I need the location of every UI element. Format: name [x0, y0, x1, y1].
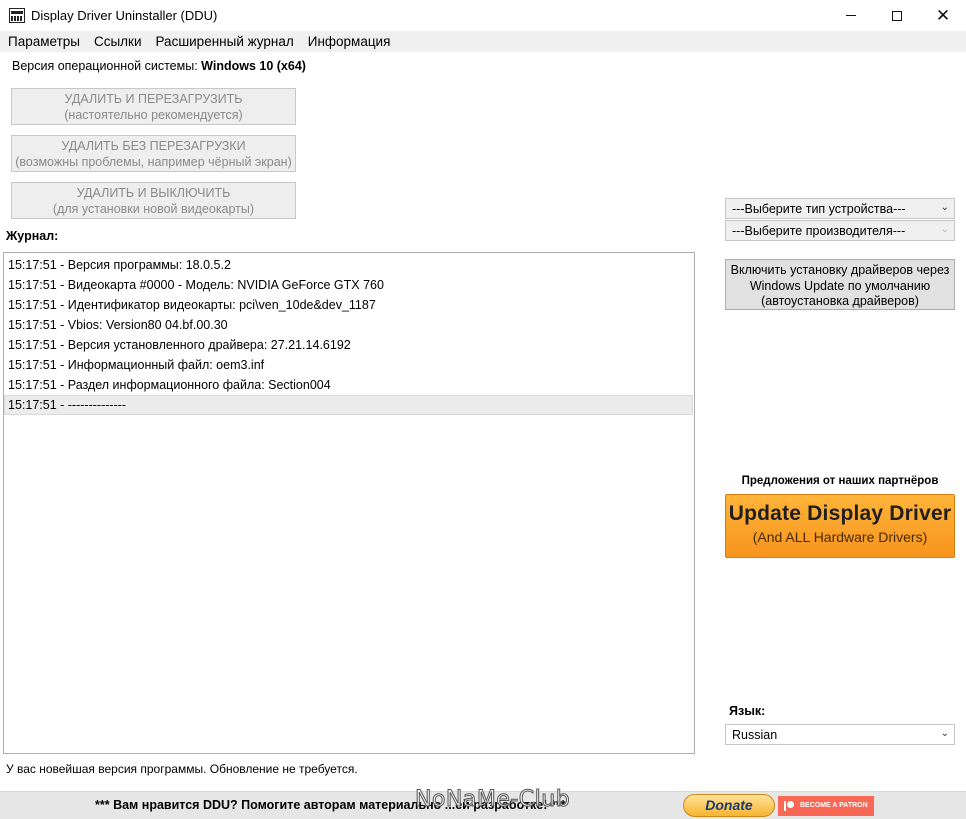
menu-item-advanced-log[interactable]: Расширенный журнал [149, 31, 301, 51]
language-value: Russian [732, 728, 778, 742]
maximize-icon [892, 10, 902, 21]
uninstall-restart-button[interactable]: УДАЛИТЬ И ПЕРЕЗАГРУЗИТЬ (настоятельно ре… [11, 88, 296, 125]
button-subtitle: (возможны проблемы, например чёрный экра… [15, 155, 292, 169]
watermark: NoNaMe-Club [414, 787, 571, 813]
chevron-down-icon: ⌄ [940, 728, 949, 739]
become-patron-button[interactable]: BECOME A PATRON [778, 796, 874, 816]
maximize-button[interactable] [874, 0, 920, 31]
close-button[interactable]: ✕ [920, 0, 966, 31]
banner-title: Update Display Driver [728, 502, 952, 525]
button-line: Windows Update по умолчанию [749, 278, 931, 293]
chevron-down-icon: ⌄ [940, 202, 949, 213]
log-line[interactable]: 15:17:51 - Информационный файл: oem3.inf [4, 355, 694, 375]
button-line: (автоустановка драйверов) [761, 294, 919, 308]
os-version-value: Windows 10 (x64) [201, 59, 306, 73]
status-text: У вас новейшая версия программы. Обновле… [6, 762, 358, 776]
button-subtitle: (для установки новой видеокарты) [52, 202, 255, 216]
button-title: УДАЛИТЬ БЕЗ ПЕРЕЗАГРУЗКИ [61, 139, 246, 153]
log-line[interactable]: 15:17:51 - Идентификатор видеокарты: pci… [4, 295, 694, 315]
os-version: Версия операционной системы: Windows 10 … [12, 59, 306, 73]
partners-label: Предложения от наших партнёров [741, 475, 939, 487]
minimize-button[interactable] [828, 0, 874, 31]
log-line[interactable]: 15:17:51 - Версия установленного драйвер… [4, 335, 694, 355]
button-title: УДАЛИТЬ И ПЕРЕЗАГРУЗИТЬ [64, 92, 243, 106]
banner-subtitle: (And ALL Hardware Drivers) [752, 529, 928, 545]
menu-item-links[interactable]: Ссылки [87, 31, 149, 51]
chevron-down-icon: ⌄ [940, 224, 949, 235]
title-bar[interactable]: Display Driver Uninstaller (DDU) ✕ [0, 0, 966, 31]
device-type-value: ---Выберите тип устройства--- [732, 202, 906, 216]
vendor-value: ---Выберите производителя--- [732, 224, 906, 238]
log-line-selected[interactable]: 15:17:51 - -------------- [4, 395, 693, 415]
button-line: Включить установку драйверов через [730, 263, 950, 277]
button-subtitle: (настоятельно рекомендуется) [64, 108, 243, 122]
minimize-icon [846, 15, 856, 16]
ddu-app-icon [9, 8, 25, 23]
uninstall-no-restart-button[interactable]: УДАЛИТЬ БЕЗ ПЕРЕЗАГРУЗКИ (возможны пробл… [11, 135, 296, 172]
journal-label: Журнал: [6, 229, 59, 243]
device-type-select[interactable]: ---Выберите тип устройства--- ⌄ [725, 198, 955, 219]
vendor-select[interactable]: ---Выберите производителя--- ⌄ [725, 220, 955, 241]
language-label: Язык: [729, 704, 766, 718]
menu-item-settings[interactable]: Параметры [0, 31, 87, 51]
button-title: УДАЛИТЬ И ВЫКЛЮЧИТЬ [76, 186, 231, 200]
menu-item-info[interactable]: Информация [301, 31, 398, 51]
update-driver-banner[interactable]: Update Display Driver (And ALL Hardware … [725, 494, 955, 558]
log-line[interactable]: 15:17:51 - Версия программы: 18.0.5.2 [4, 255, 694, 275]
patreon-icon [784, 801, 794, 811]
language-select[interactable]: Russian ⌄ [725, 724, 955, 745]
log-list[interactable]: 15:17:51 - Версия программы: 18.0.5.2 15… [3, 252, 695, 754]
log-line[interactable]: 15:17:51 - Vbios: Version80 04.bf.00.30 [4, 315, 694, 335]
windows-update-drivers-button[interactable]: Включить установку драйверов через Windo… [725, 259, 955, 310]
close-icon: ✕ [935, 6, 951, 25]
donate-button[interactable]: Donate [683, 794, 775, 817]
patron-label: BECOME A PATRON [800, 802, 868, 809]
window-title: Display Driver Uninstaller (DDU) [31, 8, 218, 23]
uninstall-shutdown-button[interactable]: УДАЛИТЬ И ВЫКЛЮЧИТЬ (для установки новой… [11, 182, 296, 219]
os-version-label: Версия операционной системы: [12, 59, 198, 73]
menu-bar: Параметры Ссылки Расширенный журнал Инфо… [0, 31, 966, 52]
log-line[interactable]: 15:17:51 - Раздел информационного файла:… [4, 375, 694, 395]
log-line[interactable]: 15:17:51 - Видеокарта #0000 - Модель: NV… [4, 275, 694, 295]
